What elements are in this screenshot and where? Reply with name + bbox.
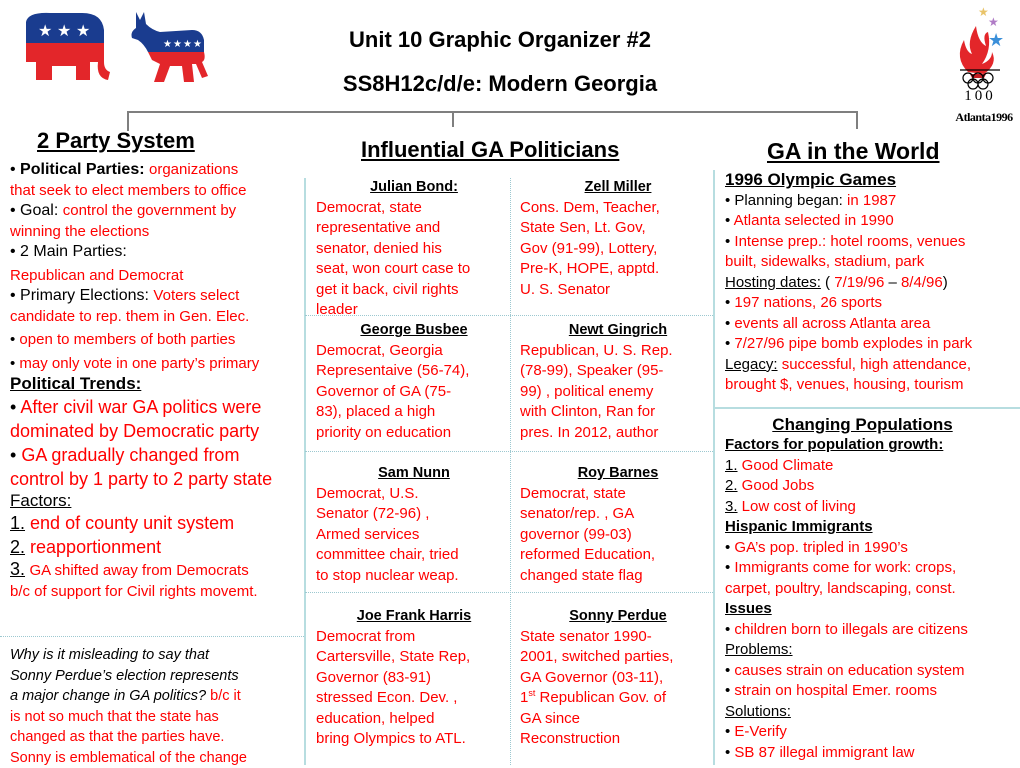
legacy-line: Legacy: successful, high attendance,	[725, 355, 1020, 376]
two-party-system-content: • Political Parties: organizations that …	[10, 160, 302, 602]
divider-left-question	[0, 636, 304, 637]
nations-line: • 197 nations, 26 sports	[725, 293, 1020, 314]
svg-text:★: ★	[163, 39, 172, 50]
question-line-3: a major change in GA politics? b/c it	[10, 686, 300, 707]
olympic-logo-number: 100	[960, 88, 1000, 105]
legacy-cont: brought $, venues, housing, tourism	[725, 375, 1020, 396]
primary-bullet-1: • open to members of both parties	[10, 330, 302, 351]
svg-text:★: ★	[57, 21, 71, 40]
growth-factors-heading: Factors for population growth:	[725, 435, 1020, 456]
solution-2: • SB 87 illegal immigrant law	[725, 743, 1020, 764]
factor-2: 2. reapportionment	[10, 535, 302, 559]
goal-line: • Goal: control the government by	[10, 201, 302, 222]
problem-2: • strain on hospital Emer. rooms	[725, 681, 1020, 702]
hosting-line: Hosting dates: ( 7/19/96 – 8/4/96)	[725, 273, 1020, 294]
changing-populations-heading: Changing Populations	[725, 415, 1000, 436]
politician-newt-gingrich: Newt Gingrich Republican, U. S. Rep. (78…	[520, 320, 716, 443]
primary-def: candidate to rep. them in Gen. Elec.	[10, 307, 302, 328]
section-title-ga-in-world: GA in the World	[767, 138, 940, 165]
political-parties-line: • Political Parties: organizations	[10, 160, 302, 181]
primary-bullet-2: • may only vote in one party’s primary	[10, 354, 302, 375]
selected-line: • Atlanta selected in 1990	[725, 211, 1020, 232]
svg-text:★: ★	[988, 30, 1004, 51]
divider-politicians-row2	[305, 451, 713, 452]
politician-sam-nunn: Sam Nunn Democrat, U.S. Senator (72-96) …	[316, 463, 512, 586]
issues-heading: Issues	[725, 599, 1020, 620]
solutions-heading: Solutions:	[725, 702, 1020, 723]
svg-text:★: ★	[76, 21, 90, 40]
hispanic-2: • Immigrants come for work: crops,	[725, 558, 1020, 579]
connector-right	[856, 111, 858, 129]
svg-text:★: ★	[38, 21, 52, 40]
primary-line: • Primary Elections: Voters select	[10, 286, 302, 307]
political-trends-heading: Political Trends:	[10, 374, 302, 395]
politician-roy-barnes: Roy Barnes Democrat, state senator/rep. …	[520, 463, 716, 586]
politician-sonny-perdue: Sonny Perdue State senator 1990- 2001, s…	[520, 606, 716, 750]
prep-cont: built, sidewalks, stadium, park	[725, 252, 1020, 273]
politician-julian-bond: Julian Bond: Democrat, state representat…	[316, 177, 512, 321]
question-line-2: Sonny Perdue’s election represents	[10, 666, 300, 687]
factors-heading: Factors:	[10, 491, 302, 512]
page-title: Unit 10 Graphic Organizer #2	[300, 27, 700, 53]
svg-text:★: ★	[988, 15, 999, 29]
connector-horizontal	[127, 111, 858, 113]
trend-1: • After civil war GA politics were	[10, 395, 302, 419]
trend-2: • GA gradually changed from	[10, 443, 302, 467]
svg-text:★: ★	[193, 39, 202, 50]
section-title-politicians: Influential GA Politicians	[361, 137, 619, 163]
politician-joe-frank-harris: Joe Frank Harris Democrat from Cartersvi…	[316, 606, 512, 750]
planning-line: • Planning began: in 1987	[725, 191, 1020, 212]
olympic-logo-text: Atlanta1996	[948, 110, 1020, 125]
issue-1: • children born to illegals are citizens	[725, 620, 1020, 641]
svg-text:★: ★	[183, 39, 192, 50]
donkey-icon: ★ ★ ★ ★	[130, 10, 212, 85]
hispanic-immigrants-heading: Hispanic Immigrants	[725, 517, 1020, 538]
answer-line-3: changed as that the parties have.	[10, 727, 300, 748]
svg-text:★: ★	[173, 39, 182, 50]
growth-1: 1. Good Climate	[725, 456, 1020, 477]
political-parties-def: that seek to elect members to office	[10, 181, 302, 202]
politician-zell-miller: Zell Miller Cons. Dem, Teacher, State Se…	[520, 177, 716, 300]
main-parties-line: • 2 Main Parties:	[10, 242, 302, 263]
connector-middle	[452, 111, 454, 127]
divider-politicians-row3	[305, 592, 713, 593]
goal-def: winning the elections	[10, 222, 302, 243]
hispanic-1: • GA’s pop. tripled in 1990’s	[725, 538, 1020, 559]
hispanic-2-cont: carpet, poultry, landscaping, const.	[725, 579, 1020, 600]
solution-1: • E-Verify	[725, 722, 1020, 743]
ga-in-world-content: 1996 Olympic Games • Planning began: in …	[725, 170, 1020, 763]
prep-line: • Intense prep.: hotel rooms, venues	[725, 232, 1020, 253]
bomb-line: • 7/27/96 pipe bomb explodes in park	[725, 334, 1020, 355]
factor-3: 3. GA shifted away from Democrats	[10, 559, 302, 582]
factor-3-cont: b/c of support for Civil rights movemt.	[10, 582, 302, 603]
page-subtitle: SS8H12c/d/e: Modern Georgia	[300, 71, 700, 97]
question-box: Why is it misleading to say that Sonny P…	[10, 645, 300, 768]
divider-left-middle	[304, 178, 306, 765]
elephant-icon: ★ ★ ★	[20, 10, 110, 85]
problems-heading: Problems:	[725, 640, 1020, 661]
factor-1: 1. end of county unit system	[10, 511, 302, 535]
section-title-2-party-system: 2 Party System	[37, 128, 195, 154]
question-line-1: Why is it misleading to say that	[10, 645, 300, 666]
events-line: • events all across Atlanta area	[725, 314, 1020, 335]
main-parties-def: Republican and Democrat	[10, 266, 302, 287]
growth-3: 3. Low cost of living	[725, 497, 1020, 518]
trend-2-cont: control by 1 party to 2 party state	[10, 467, 302, 491]
olympics-heading: 1996 Olympic Games	[725, 170, 1020, 191]
answer-line-2: is not so much that the state has	[10, 707, 300, 728]
trend-1-cont: dominated by Democratic party	[10, 419, 302, 443]
growth-2: 2. Good Jobs	[725, 476, 1020, 497]
problem-1: • causes strain on education system	[725, 661, 1020, 682]
politician-george-busbee: George Busbee Democrat, Georgia Represen…	[316, 320, 512, 443]
